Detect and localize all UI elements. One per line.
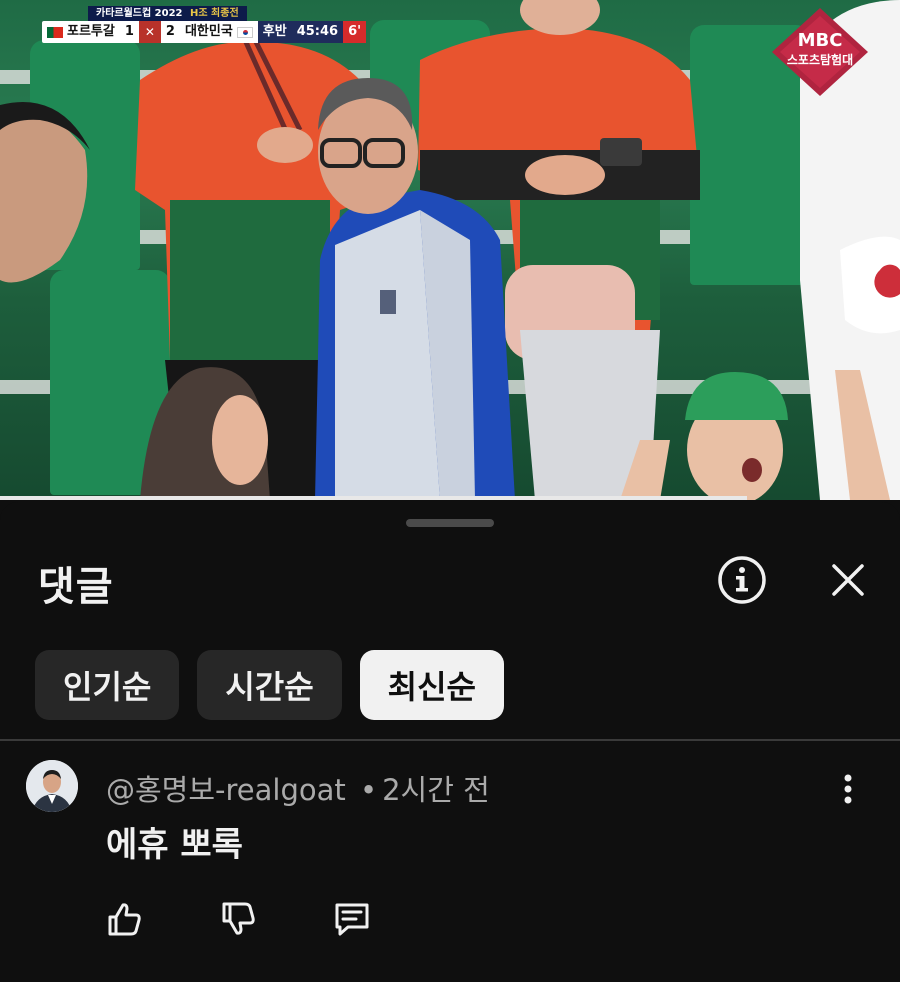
thumbs-up-icon xyxy=(108,903,141,936)
added-time: 6' xyxy=(343,21,367,43)
scoreboard: 포르투갈 1 ✕ 2 대한민국 후반 45:46 6' xyxy=(42,21,367,43)
match-period: 후반 xyxy=(257,21,292,43)
video-player[interactable]: 카타르월드컵 2022 H조 최종전 포르투갈 1 ✕ 2 대한민국 후반 45… xyxy=(0,0,900,500)
comment-time: 2시간 전 xyxy=(382,773,490,807)
comment-text: 에휴 뽀록 xyxy=(106,825,243,865)
info-icon xyxy=(718,556,766,604)
portugal-flag-icon xyxy=(47,26,63,38)
close-icon xyxy=(832,564,864,596)
reply-icon xyxy=(335,903,369,936)
more-options-button[interactable] xyxy=(828,769,868,813)
broadcaster-logo: MBC 스포츠탐험대 xyxy=(770,6,870,98)
reply-button[interactable] xyxy=(328,895,376,943)
info-button[interactable] xyxy=(716,554,768,606)
home-team-name: 포르투갈 xyxy=(67,24,115,39)
away-team: 대한민국 xyxy=(180,21,258,43)
comments-title: 댓글 xyxy=(38,564,114,610)
more-vert-icon xyxy=(844,774,852,804)
sort-chip-time[interactable]: 시간순 xyxy=(197,650,342,720)
thumbs-down-icon xyxy=(222,902,255,935)
sort-chip-popular[interactable]: 인기순 xyxy=(35,650,180,720)
like-button[interactable] xyxy=(100,895,148,943)
video-progress-bar[interactable] xyxy=(0,496,747,500)
comment-actions xyxy=(100,895,376,943)
sort-chip-newest[interactable]: 최신순 xyxy=(359,650,504,720)
home-team: 포르투갈 xyxy=(42,21,120,43)
meta-separator: • xyxy=(359,773,378,807)
sort-chips: 인기순 시간순 최신순 xyxy=(35,650,504,720)
close-button[interactable] xyxy=(822,554,874,606)
drag-handle[interactable] xyxy=(406,519,494,527)
competition-label: 카타르월드컵 2022 xyxy=(96,8,183,19)
comment-author[interactable]: @홍명보-realgoat xyxy=(106,773,346,807)
group-label: H조 최종전 xyxy=(190,8,239,19)
ball-icon: ✕ xyxy=(138,21,161,43)
comment-meta: @홍명보-realgoat • 2시간 전 xyxy=(106,767,490,809)
broadcaster-channel-text: 스포츠탐험대 xyxy=(787,52,853,67)
broadcaster-logo-text: MBC xyxy=(798,30,843,51)
avatar[interactable] xyxy=(26,760,78,812)
home-score: 1 xyxy=(119,21,139,43)
divider xyxy=(0,739,900,741)
dislike-button[interactable] xyxy=(214,895,262,943)
crowd-scene xyxy=(0,0,900,500)
away-score: 2 xyxy=(160,21,180,43)
korea-flag-icon xyxy=(236,26,253,38)
away-team-name: 대한민국 xyxy=(184,24,233,39)
match-clock: 45:46 xyxy=(291,21,344,43)
comments-sheet: 댓글 인기순 시간순 최신순 @홍명보-realgoat • 2시간 전 에휴 … xyxy=(0,502,900,982)
scoreboard-competition: 카타르월드컵 2022 H조 최종전 xyxy=(88,6,247,21)
